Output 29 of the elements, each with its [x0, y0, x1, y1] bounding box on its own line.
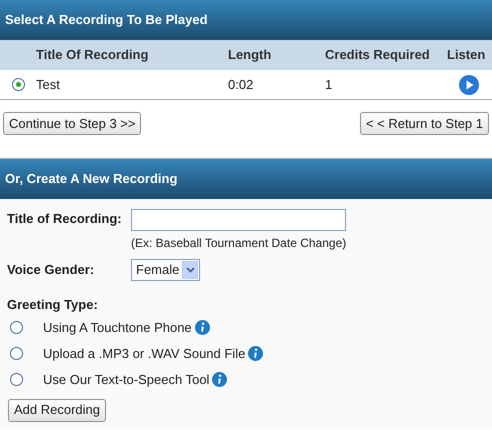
field-label: Voice Gender: — [7, 261, 96, 280]
column-header: Listen — [447, 46, 486, 64]
gender-select[interactable]: Female — [131, 259, 200, 281]
option-label: Using A Touchtone Phone — [43, 318, 192, 337]
section-header: Or, Create A New Recording — [0, 159, 492, 199]
info-icon[interactable] — [248, 346, 264, 361]
play-icon[interactable] — [459, 74, 479, 94]
table-cell-text: Test — [36, 76, 61, 94]
option-label: Upload a .MP3 or .WAV Sound File — [43, 344, 246, 363]
table-cell-text: 1 — [325, 76, 334, 94]
table-cell-text: 0:02 — [228, 76, 254, 94]
title-input[interactable] — [131, 209, 346, 231]
info-icon[interactable] — [212, 372, 228, 387]
field-label: Title of Recording: — [7, 210, 123, 228]
continue-button[interactable]: Continue to Step 3 >> — [3, 112, 142, 135]
column-header: Credits Required — [325, 46, 431, 64]
option-label: Use Our Text-to-Speech Tool — [43, 370, 210, 389]
add-recording-button[interactable]: Add Recording — [8, 398, 106, 422]
section-header: Select A Recording To Be Played — [0, 0, 492, 40]
radio-button[interactable] — [10, 321, 23, 334]
hint-text: (Ex: Baseball Tournament Date Change) — [131, 235, 346, 252]
radio-button[interactable] — [10, 347, 23, 360]
column-header: Title Of Recording — [36, 46, 150, 64]
return-button[interactable]: < < Return to Step 1 — [360, 112, 489, 135]
field-label: Greeting Type: — [7, 296, 99, 314]
radio-button[interactable] — [10, 373, 23, 386]
radio-button[interactable] — [12, 78, 25, 91]
info-icon[interactable] — [194, 320, 210, 335]
column-header: Length — [228, 46, 272, 64]
